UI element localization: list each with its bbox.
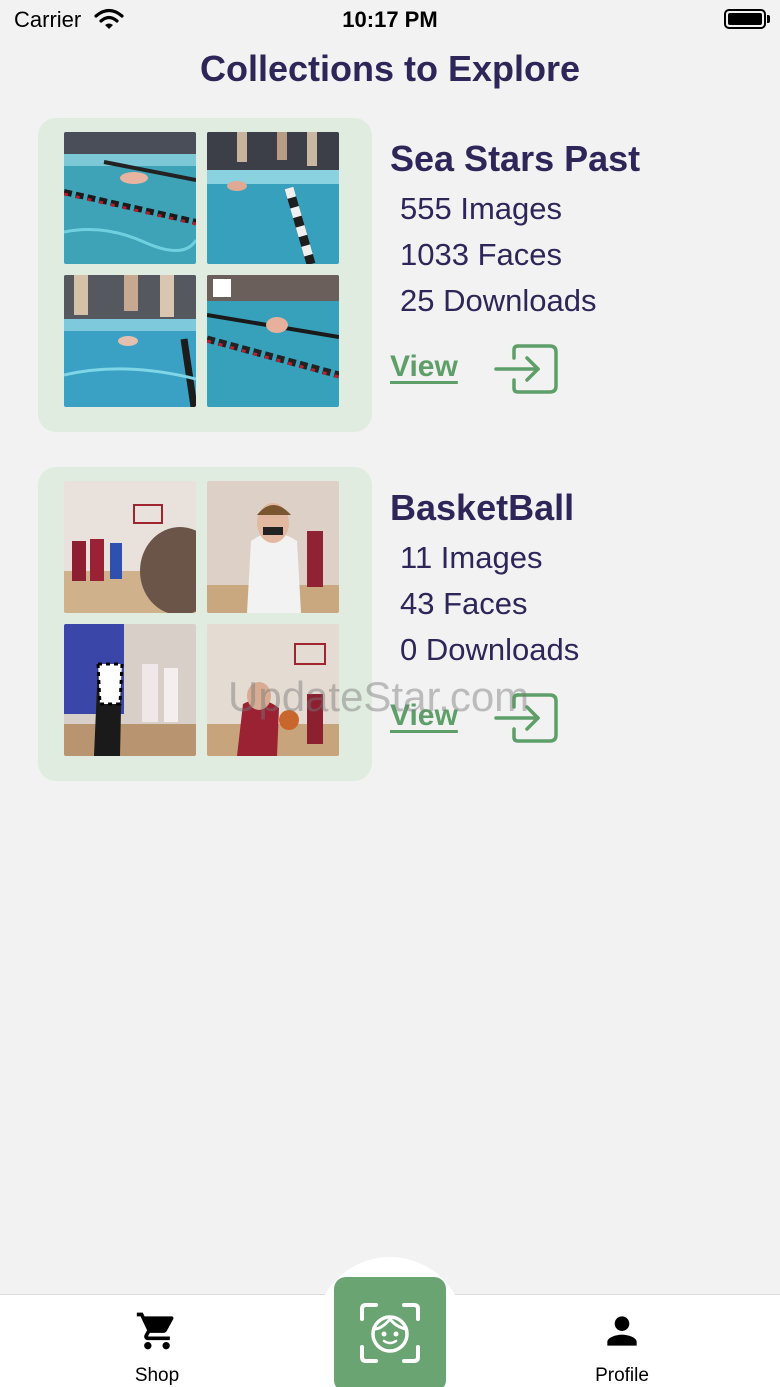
images-count: 555 Images	[400, 191, 562, 226]
collection-name: Sea Stars Past	[390, 138, 641, 179]
collection-name: BasketBall	[390, 487, 575, 528]
collection-photo	[207, 132, 339, 264]
tab-label: Profile	[595, 1365, 649, 1386]
collection-photo	[64, 132, 196, 264]
battery-icon	[724, 9, 766, 29]
downloads-count: 25 Downloads	[400, 283, 597, 318]
tab-shop[interactable]: Shop	[77, 1295, 237, 1387]
collection-card-sea-stars[interactable]: Sea Stars Past 555 Images 1033 Faces 25 …	[38, 118, 738, 432]
cart-icon	[136, 1312, 174, 1350]
face-scan-icon	[360, 1303, 420, 1363]
status-time: 10:17 PM	[342, 7, 438, 32]
collection-photo	[64, 624, 196, 756]
collection-thumbnail-grid[interactable]	[38, 467, 372, 781]
tab-profile[interactable]: Profile	[542, 1295, 702, 1387]
tab-label: Shop	[134, 1365, 180, 1386]
page-title: Collections to Explore	[199, 48, 581, 89]
collection-photo	[64, 481, 196, 613]
battery-cap	[767, 15, 770, 23]
faces-count: 43 Faces	[400, 586, 528, 621]
collection-thumbnail-grid[interactable]	[38, 118, 372, 432]
watermark: UpdateStar.com	[228, 673, 530, 720]
status-bar: Carrier 10:17 PM	[0, 0, 780, 40]
view-link[interactable]: View	[390, 350, 458, 384]
faces-count: 1033 Faces	[400, 237, 562, 272]
face-scan-button[interactable]	[334, 1277, 446, 1387]
downloads-count: 0 Downloads	[400, 632, 580, 667]
images-count: 11 Images	[400, 540, 543, 575]
person-icon	[607, 1316, 637, 1346]
collection-card-basketball[interactable]: BasketBall 11 Images 43 Faces 0 Download…	[38, 467, 738, 781]
collection-photo	[64, 275, 196, 407]
enter-arrow-icon[interactable]	[494, 342, 560, 396]
collection-photo	[207, 275, 339, 407]
collection-photo	[207, 481, 339, 613]
